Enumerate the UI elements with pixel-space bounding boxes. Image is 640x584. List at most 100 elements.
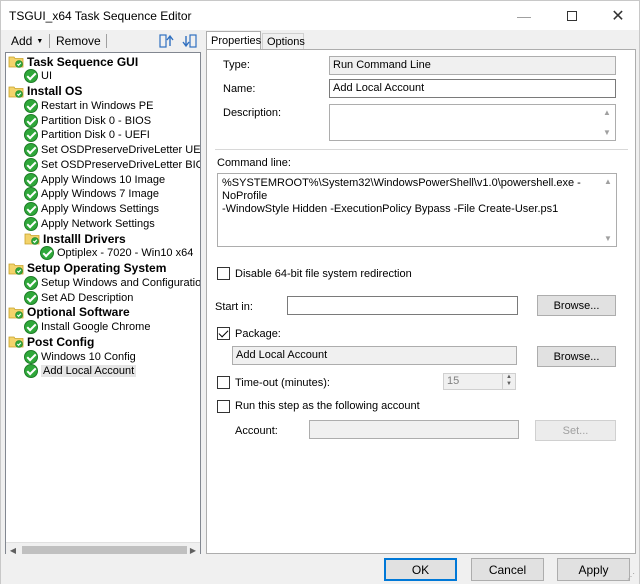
remove-button[interactable]: Remove	[56, 33, 101, 49]
tree-group-item[interactable]: Installl Drivers	[24, 231, 126, 246]
toolbar-separator	[49, 34, 50, 48]
name-input[interactable]: Add Local Account	[329, 79, 616, 98]
scroll-up-icon[interactable]: ▲	[604, 175, 612, 188]
tree-step-item[interactable]: Partition Disk 0 - UEFI	[24, 128, 150, 143]
folder-check-icon	[24, 233, 40, 245]
tree-step-item[interactable]: Apply Network Settings	[24, 216, 155, 231]
add-button-label: Add	[11, 34, 33, 48]
tree-item-label: Set OSDPreserveDriveLetter UEFI	[41, 144, 201, 156]
scroll-down-icon[interactable]: ▼	[604, 232, 612, 245]
resize-grip-icon[interactable]: ⋰	[627, 572, 637, 582]
maximize-icon	[567, 10, 577, 21]
tree-step-item[interactable]: Add Local Account	[24, 364, 137, 379]
minimize-button[interactable]: —	[501, 1, 547, 30]
tree-item-label: Apply Windows 10 Image	[41, 173, 166, 186]
tree-step-item[interactable]: Set OSDPreserveDriveLetter BIOS	[24, 157, 200, 172]
tree-item-label: Add Local Account	[41, 365, 137, 378]
scroll-up-icon[interactable]: ▲	[603, 106, 611, 119]
tree-step-item[interactable]: Install Google Chrome	[24, 320, 150, 335]
task-sequence-tree[interactable]: Task Sequence GUI UI Install OS Restart in …	[5, 52, 201, 557]
tree-step-item[interactable]: Set AD Description	[24, 290, 133, 305]
browse-package-button[interactable]: Browse...	[537, 346, 616, 367]
tree-item-label: Apply Windows Settings	[41, 203, 159, 215]
set-account-button[interactable]: Set...	[535, 420, 616, 441]
tree-step-item[interactable]: UI	[24, 69, 52, 84]
timeout-label: Time-out (minutes):	[235, 377, 330, 389]
window-title: TSGUI_x64 Task Sequence Editor	[9, 9, 192, 23]
tab-options-label: Options	[267, 35, 305, 48]
tree-item-label: Apply Windows 7 Image	[41, 188, 159, 201]
description-input[interactable]: ▲ ▼	[329, 104, 616, 141]
tree-item-label: Partition Disk 0 - BIOS	[41, 114, 152, 127]
tree-step-item[interactable]: Windows 10 Config	[24, 349, 136, 364]
tree-item-label: Post Config	[27, 334, 95, 349]
ok-button[interactable]: OK	[384, 558, 457, 581]
move-down-icon[interactable]	[181, 33, 197, 49]
maximize-button[interactable]	[549, 1, 595, 30]
disable-64bit-label: Disable 64-bit file system redirection	[235, 268, 412, 280]
tree-group-item[interactable]: Optional Software	[8, 305, 130, 320]
tree-step-item[interactable]: Apply Windows 7 Image	[24, 187, 159, 202]
stepper-down-icon[interactable]: ▼	[503, 381, 515, 388]
tree-item-label: UI	[41, 70, 52, 83]
tree-item-label: Set AD Description	[41, 291, 134, 304]
tree-step-item[interactable]: Optiplex - 7020 - Win10 x64	[40, 246, 193, 261]
check-icon	[24, 128, 38, 143]
run-as-account-checkbox[interactable]	[217, 400, 230, 413]
stepper-arrows[interactable]: ▲ ▼	[502, 374, 515, 389]
tree-step-item[interactable]: Apply Windows 10 Image	[24, 172, 165, 187]
stepper-up-icon[interactable]: ▲	[503, 374, 515, 381]
package-label: Package:	[235, 328, 281, 340]
scroll-thumb[interactable]	[22, 546, 187, 554]
remove-button-label: Remove	[56, 34, 101, 48]
apply-button[interactable]: Apply	[557, 558, 630, 581]
tree-step-item[interactable]: Partition Disk 0 - BIOS	[24, 113, 151, 128]
command-line-text-2: -WindowStyle Hidden -ExecutionPolicy Byp…	[222, 203, 559, 215]
check-icon	[24, 69, 38, 84]
scroll-down-icon[interactable]: ▼	[603, 126, 611, 139]
close-button[interactable]: ✕	[595, 1, 640, 30]
timeout-checkbox[interactable]	[217, 376, 230, 389]
command-line-label: Command line:	[217, 157, 291, 169]
timeout-stepper[interactable]: 15 ▲ ▼	[443, 373, 516, 390]
tree-group-item[interactable]: Setup Operating System	[8, 261, 166, 276]
folder-check-icon	[8, 263, 24, 275]
description-scrollbar[interactable]: ▲ ▼	[601, 105, 615, 140]
folder-check-icon	[8, 56, 24, 68]
close-icon: ✕	[611, 7, 625, 25]
check-icon	[24, 290, 38, 305]
tree-step-item[interactable]: Set OSDPreserveDriveLetter UEFI	[24, 143, 201, 158]
tree-item-label: Partition Disk 0 - UEFI	[41, 129, 150, 142]
command-line-input[interactable]: %SYSTEMROOT%\System32\WindowsPowerShell\…	[217, 173, 617, 247]
start-in-input[interactable]	[287, 296, 518, 315]
run-as-account-label: Run this step as the following account	[235, 400, 420, 412]
tree-group-item[interactable]: Install OS	[8, 84, 82, 99]
tree-step-item[interactable]: Restart in Windows PE	[24, 98, 153, 113]
tree-group-item[interactable]: Post Config	[8, 334, 94, 349]
command-line-scrollbar[interactable]: ▲ ▼	[602, 174, 616, 246]
disable-64bit-checkbox[interactable]	[217, 267, 230, 280]
cancel-button[interactable]: Cancel	[471, 558, 544, 581]
tree-group-item[interactable]: Task Sequence GUI	[8, 54, 138, 69]
tab-properties[interactable]: Properties	[206, 31, 261, 50]
check-icon	[24, 216, 38, 231]
tree-step-item[interactable]: Apply Windows Settings	[24, 202, 159, 217]
tree-item-label: Apply Network Settings	[41, 217, 155, 230]
move-up-icon[interactable]	[159, 33, 175, 49]
folder-check-icon	[8, 86, 24, 98]
tree-item-label: Optional Software	[27, 305, 130, 320]
browse-start-in-button[interactable]: Browse...	[537, 295, 616, 316]
section-divider	[215, 149, 628, 150]
tree-item-label: Setup Windows and Configuration	[41, 276, 201, 289]
package-checkbox[interactable]	[217, 327, 230, 340]
tree-item-label: Windows 10 Config	[41, 350, 136, 363]
add-button[interactable]: Add ▼	[11, 33, 43, 49]
tree-item-label: Task Sequence GUI	[27, 54, 139, 69]
title-bar: TSGUI_x64 Task Sequence Editor — ✕	[1, 1, 639, 30]
folder-check-icon	[8, 307, 24, 319]
toolbar-separator	[106, 34, 107, 48]
tree-item-label: Setup Operating System	[27, 261, 167, 275]
account-label: Account:	[235, 425, 278, 437]
tree-step-item[interactable]: Setup Windows and Configuration	[24, 275, 201, 290]
tab-options[interactable]: Options	[262, 33, 305, 49]
